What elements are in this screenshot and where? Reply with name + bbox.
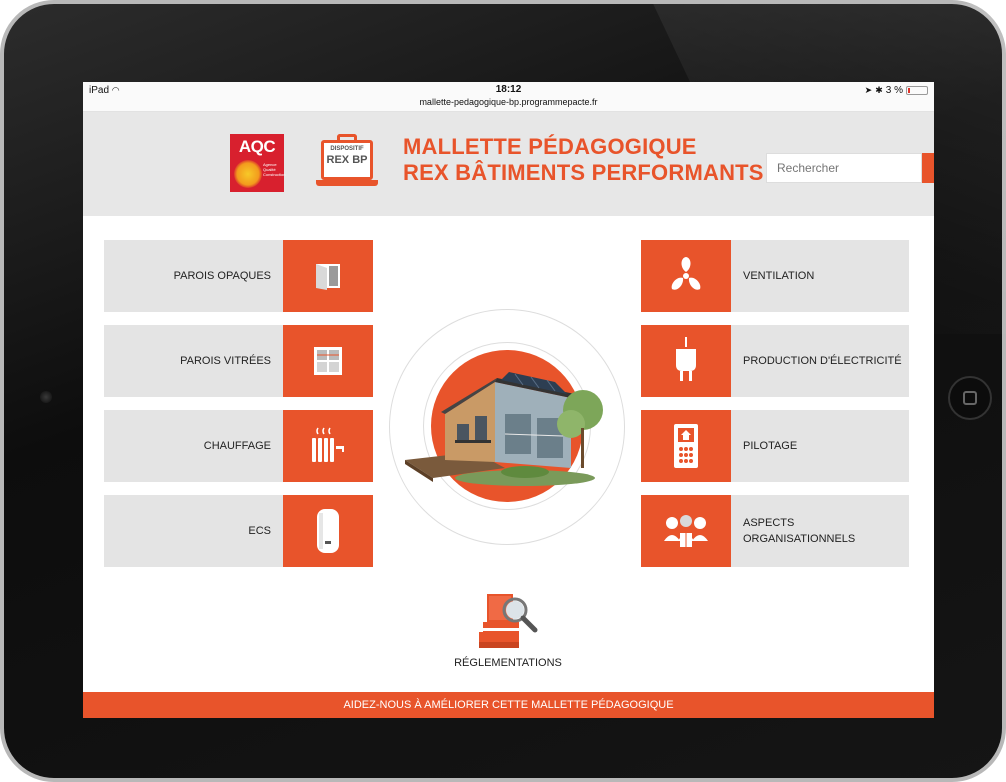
rex-badge-line1: DISPOSITIF <box>330 146 364 152</box>
house-illustration[interactable] <box>405 352 605 497</box>
aqc-logo-subtext: Agence Qualité Construction <box>263 162 286 177</box>
search-button[interactable] <box>922 153 934 183</box>
screen: iPad ◠ 18:12 mallette-pedagogique-bp.pro… <box>83 82 934 718</box>
title-line1: MALLETTE PÉDAGOGIQUE <box>403 134 697 159</box>
status-right: ➤ ✱ 3 % <box>865 85 928 96</box>
sun-icon <box>234 160 262 188</box>
location-icon: ➤ <box>864 85 873 95</box>
address-bar[interactable]: mallette-pedagogique-bp.programmepacte.f… <box>83 97 934 107</box>
reglementations-label[interactable]: RÉGLEMENTATIONS <box>413 657 603 669</box>
tile-label: VENTILATION <box>743 270 815 282</box>
site-header: AQC Agence Qualité Construction DISPOSIT… <box>83 112 934 216</box>
door-panel-icon <box>283 240 373 312</box>
ipad-frame: iPad ◠ 18:12 mallette-pedagogique-bp.pro… <box>0 0 1006 782</box>
status-time: 18:12 <box>495 84 522 95</box>
radiator-icon <box>283 410 373 482</box>
plug-icon <box>641 325 731 397</box>
people-icon <box>641 495 731 567</box>
status-bar: iPad ◠ 18:12 mallette-pedagogique-bp.pro… <box>83 82 934 112</box>
water-heater-icon <box>283 495 373 567</box>
tile-pilotage[interactable]: PILOTAGE <box>641 410 909 482</box>
title-line2: REX BÂTIMENTS PERFORMANTS <box>403 160 764 185</box>
tile-production-electricite[interactable]: PRODUCTION D'ÉLECTRICITÉ <box>641 325 909 397</box>
search-input[interactable] <box>766 153 922 183</box>
feedback-banner[interactable]: AIDEZ-NOUS À AMÉLIORER CETTE MALLETTE PÉ… <box>83 692 934 718</box>
tile-aspects-organisationnels[interactable]: ASPECTS ORGANISATIONNELS <box>641 495 909 567</box>
tile-label: PRODUCTION D'ÉLECTRICITÉ <box>743 355 902 367</box>
battery-percent: 3 % <box>885 85 903 96</box>
aqc-logo[interactable]: AQC Agence Qualité Construction <box>230 134 286 192</box>
rex-badge-line2: REX BP <box>326 154 368 166</box>
rex-bp-logo[interactable]: DISPOSITIF REX BP <box>316 130 382 192</box>
home-square-icon <box>963 391 977 405</box>
tile-label: PAROIS OPAQUES <box>173 270 271 282</box>
thermostat-icon <box>641 410 731 482</box>
camera-icon <box>40 391 52 403</box>
tile-ecs[interactable]: ECS <box>104 495 373 567</box>
tile-label: PAROIS VITRÉES <box>180 355 271 367</box>
bluetooth-icon: ✱ <box>875 85 883 95</box>
home-button[interactable] <box>948 376 992 420</box>
laptop-base <box>316 180 378 186</box>
page-title[interactable]: MALLETTE PÉDAGOGIQUE REX BÂTIMENTS PERFO… <box>403 134 764 186</box>
tile-label: ASPECTS ORGANISATIONNELS <box>743 517 856 545</box>
tile-label: ECS <box>248 525 271 537</box>
window-icon <box>283 325 373 397</box>
tile-parois-vitrees[interactable]: PAROIS VITRÉES <box>104 325 373 397</box>
fan-icon <box>641 240 731 312</box>
aqc-logo-text: AQC <box>238 137 276 156</box>
books-magnifier-icon[interactable] <box>475 588 539 652</box>
tile-label: PILOTAGE <box>743 440 798 452</box>
battery-icon <box>906 86 928 95</box>
tile-label: CHAUFFAGE <box>203 440 271 452</box>
tile-parois-opaques[interactable]: PAROIS OPAQUES <box>104 240 373 312</box>
tile-chauffage[interactable]: CHAUFFAGE <box>104 410 373 482</box>
tile-ventilation[interactable]: VENTILATION <box>641 240 909 312</box>
